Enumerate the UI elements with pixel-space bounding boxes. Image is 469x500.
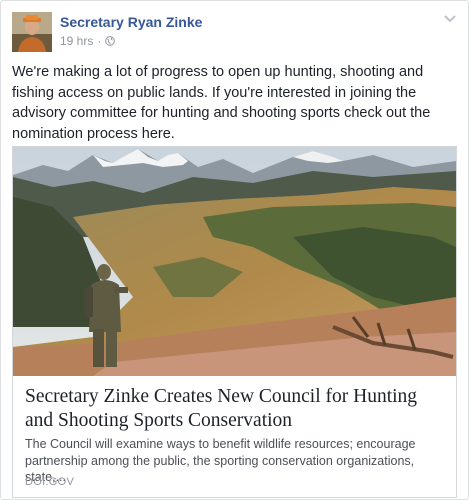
link-preview-domain: DOI.GOV	[25, 476, 75, 488]
link-preview-title[interactable]: Secretary Zinke Creates New Council for …	[25, 385, 450, 433]
author-name[interactable]: Secretary Ryan Zinke	[60, 14, 202, 30]
author-avatar[interactable]	[12, 12, 52, 52]
post-header: Secretary Ryan Zinke 19 hrs ·	[12, 12, 457, 52]
post-message: We're making a lot of progress to open u…	[12, 64, 431, 142]
mountain-landscape-photo	[13, 147, 456, 376]
chevron-down-icon[interactable]	[443, 14, 457, 24]
globe-icon[interactable]	[105, 36, 116, 46]
facebook-post: Secretary Ryan Zinke 19 hrs · We're maki…	[0, 0, 469, 500]
link-preview[interactable]: Secretary Zinke Creates New Council for …	[12, 146, 457, 498]
link-preview-image[interactable]	[13, 147, 456, 376]
post-meta: 19 hrs ·	[60, 34, 116, 48]
meta-separator: ·	[97, 34, 102, 48]
post-timestamp[interactable]: 19 hrs	[60, 34, 93, 48]
avatar-photo	[12, 12, 52, 52]
link-preview-description: The Council will examine ways to benefit…	[25, 437, 416, 484]
